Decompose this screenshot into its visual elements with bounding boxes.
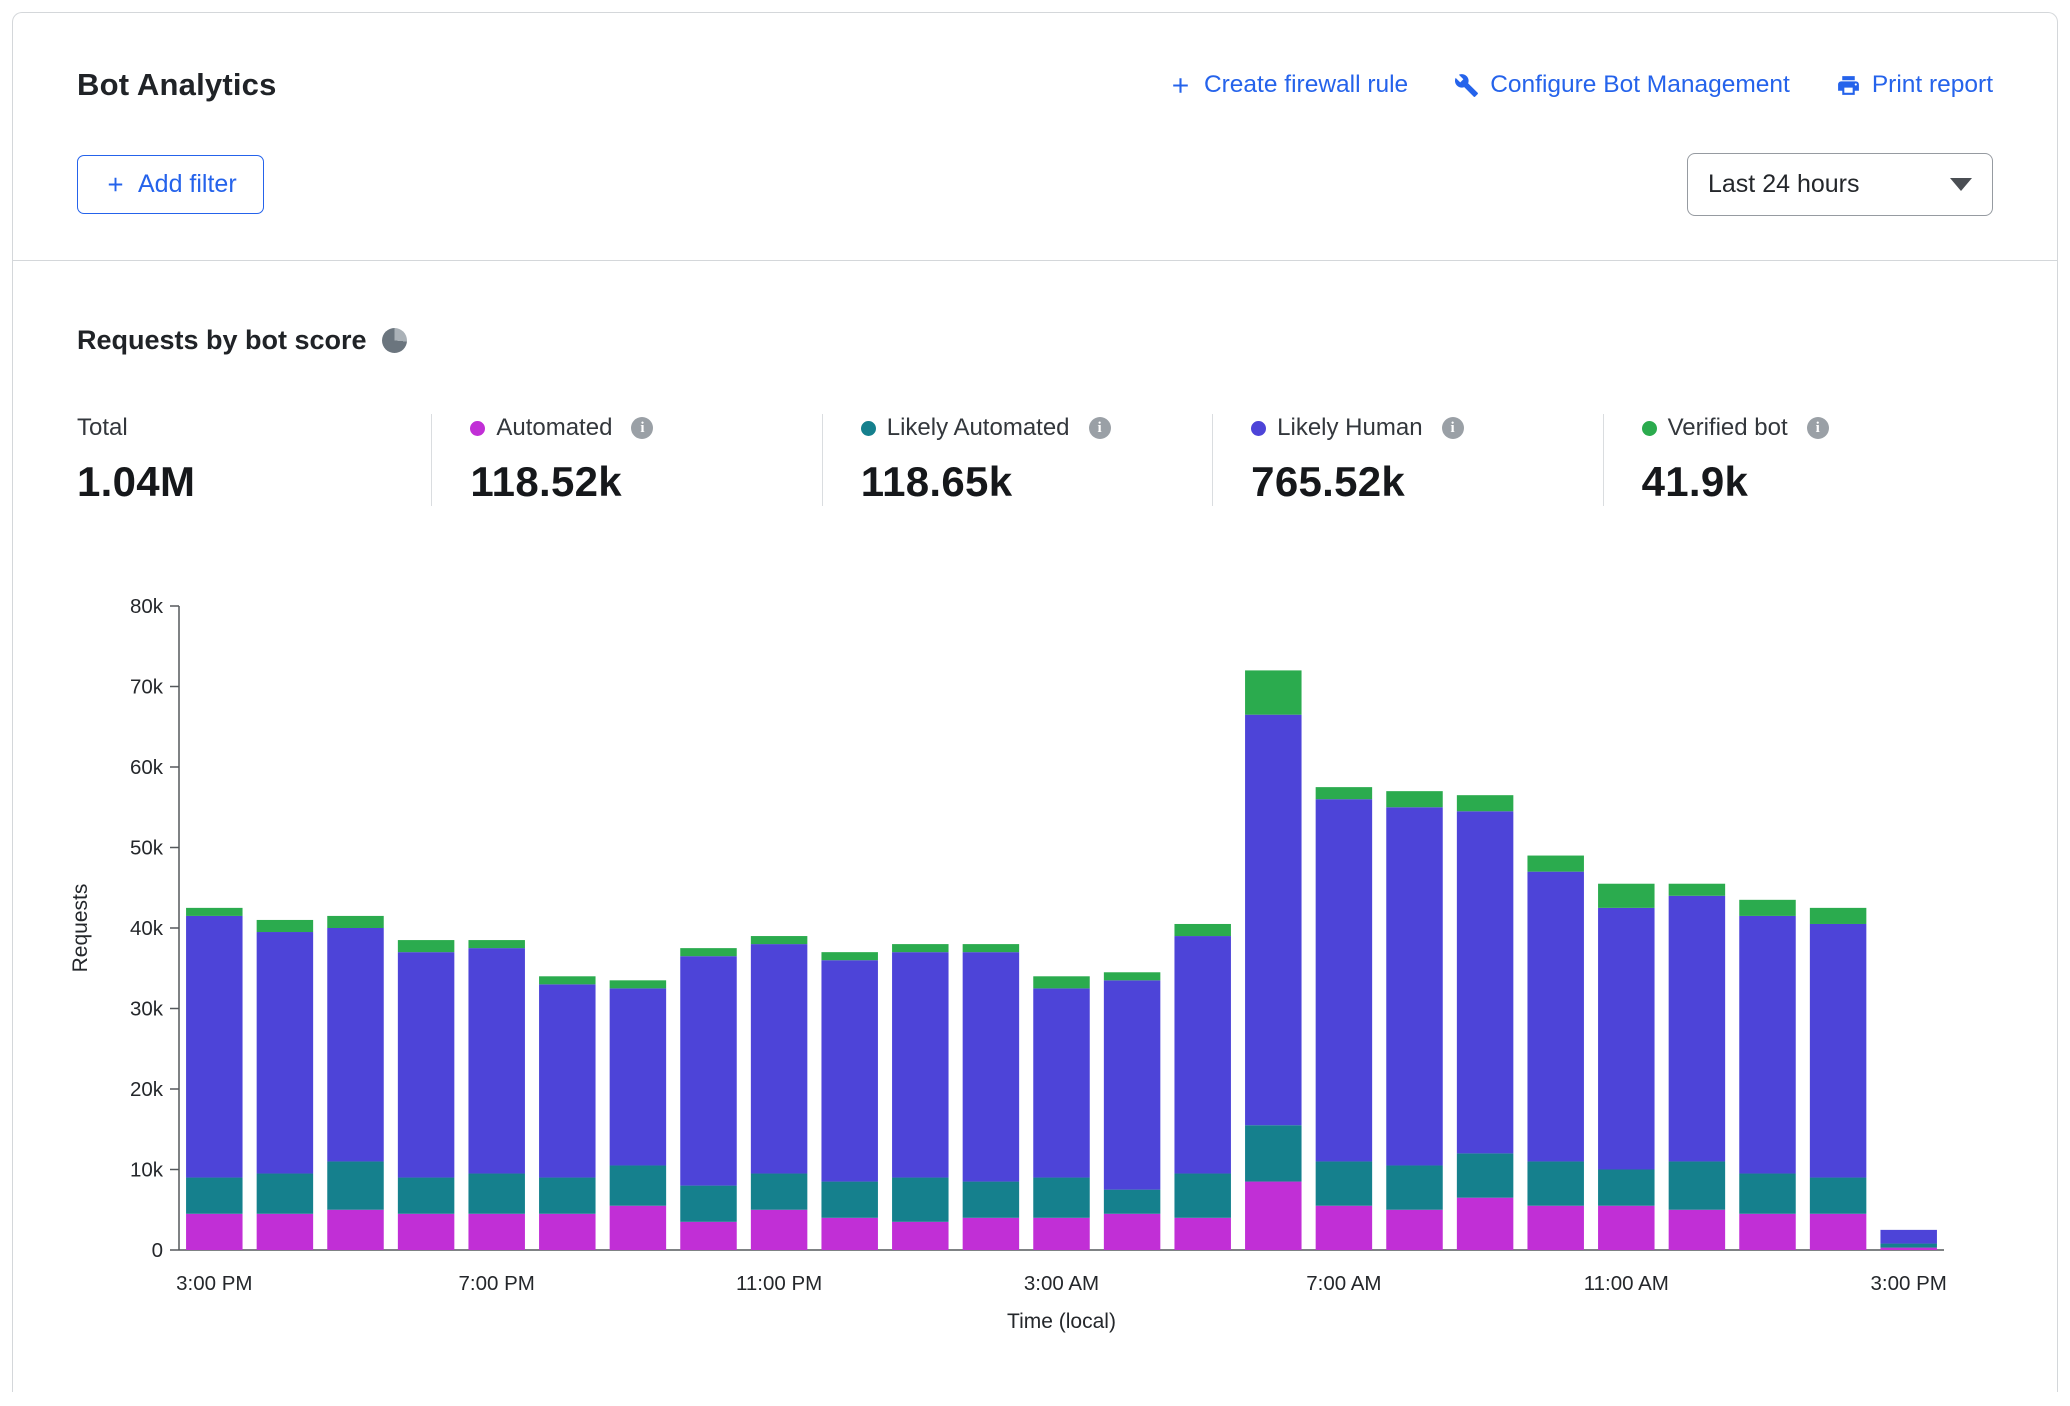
svg-text:30k: 30k (130, 998, 164, 1021)
verified-bot-legend-dot (1642, 421, 1657, 436)
stat-total-label: Total (77, 414, 431, 442)
svg-text:7:00 AM: 7:00 AM (1306, 1272, 1381, 1295)
print-report-link[interactable]: Print report (1836, 71, 1993, 99)
stat-automated: Automated 118.52k (431, 414, 821, 506)
card-header: Bot Analytics Create firewall rule Confi… (13, 13, 2057, 260)
requests-by-bot-score-chart[interactable]: 0 10k 20k 30k 40k 50k 60k 70k 80k 3:00 PM 7:00 PM 1… (61, 584, 1993, 1354)
plus-icon (1168, 73, 1193, 98)
header-top-row: Bot Analytics Create firewall rule Confi… (77, 67, 1993, 103)
plus-icon (104, 173, 127, 196)
stat-verified-bot: Verified bot 41.9k (1603, 414, 1993, 506)
page-title: Bot Analytics (77, 67, 277, 103)
svg-text:Time (local): Time (local) (1007, 1310, 1116, 1333)
card-body: Requests by bot score Total 1.04M Automa… (13, 261, 2057, 1354)
chevron-down-icon (1950, 178, 1972, 191)
info-icon[interactable] (1089, 417, 1111, 439)
stat-automated-label: Automated (496, 414, 612, 442)
stat-likely-automated-value: 118.65k (861, 458, 1212, 506)
automated-legend-dot (470, 421, 485, 436)
print-report-label: Print report (1872, 71, 1993, 99)
section-header: Requests by bot score (77, 325, 1993, 356)
stat-total-value: 1.04M (77, 458, 431, 506)
printer-icon (1836, 73, 1861, 98)
stat-likely-human: Likely Human 765.52k (1212, 414, 1602, 506)
header-actions: Create firewall rule Configure Bot Manag… (1168, 71, 1993, 99)
svg-text:40k: 40k (130, 917, 164, 940)
add-filter-label: Add filter (138, 170, 237, 199)
time-range-select[interactable]: Last 24 hours (1687, 153, 1993, 216)
pie-chart-icon (382, 328, 407, 353)
svg-text:10k: 10k (130, 1159, 164, 1182)
stat-total: Total 1.04M (77, 414, 431, 506)
svg-text:Requests: Requests (69, 884, 92, 973)
create-firewall-rule-link[interactable]: Create firewall rule (1168, 71, 1408, 99)
svg-text:11:00 PM: 11:00 PM (736, 1272, 822, 1295)
svg-text:80k: 80k (130, 595, 164, 618)
likely-human-legend-dot (1251, 421, 1266, 436)
svg-text:70k: 70k (130, 676, 164, 699)
add-filter-button[interactable]: Add filter (77, 155, 264, 214)
stat-likely-human-label: Likely Human (1277, 414, 1422, 442)
stat-verified-bot-value: 41.9k (1642, 458, 1993, 506)
svg-text:20k: 20k (130, 1078, 164, 1101)
svg-text:60k: 60k (130, 756, 164, 779)
info-icon[interactable] (1807, 417, 1829, 439)
wrench-icon (1454, 73, 1479, 98)
stat-verified-bot-label: Verified bot (1668, 414, 1788, 442)
section-title: Requests by bot score (77, 325, 367, 356)
stacked-bar-chart[interactable]: 0 10k 20k 30k 40k 50k 60k 70k 80k 3:00 PM 7:00 PM 1… (61, 584, 2001, 1354)
configure-bot-management-label: Configure Bot Management (1490, 71, 1790, 99)
svg-text:0: 0 (152, 1239, 163, 1262)
svg-text:3:00 AM: 3:00 AM (1024, 1272, 1099, 1295)
stats-row: Total 1.04M Automated 118.52k Likely Aut… (77, 414, 1993, 506)
time-range-value: Last 24 hours (1708, 170, 1860, 199)
create-firewall-rule-label: Create firewall rule (1204, 71, 1408, 99)
likely-automated-legend-dot (861, 421, 876, 436)
info-icon[interactable] (1442, 417, 1464, 439)
svg-text:3:00 PM: 3:00 PM (1871, 1272, 1947, 1295)
svg-text:11:00 AM: 11:00 AM (1584, 1272, 1669, 1295)
svg-text:50k: 50k (130, 837, 164, 860)
bot-analytics-card: Bot Analytics Create firewall rule Confi… (12, 12, 2058, 1392)
info-icon[interactable] (631, 417, 653, 439)
svg-text:7:00 PM: 7:00 PM (459, 1272, 535, 1295)
svg-text:3:00 PM: 3:00 PM (176, 1272, 252, 1295)
stat-likely-automated-label: Likely Automated (887, 414, 1070, 442)
stat-likely-human-value: 765.52k (1251, 458, 1602, 506)
filter-row: Add filter Last 24 hours (77, 153, 1993, 216)
stat-automated-value: 118.52k (470, 458, 821, 506)
stat-likely-automated: Likely Automated 118.65k (822, 414, 1212, 506)
configure-bot-management-link[interactable]: Configure Bot Management (1454, 71, 1790, 99)
